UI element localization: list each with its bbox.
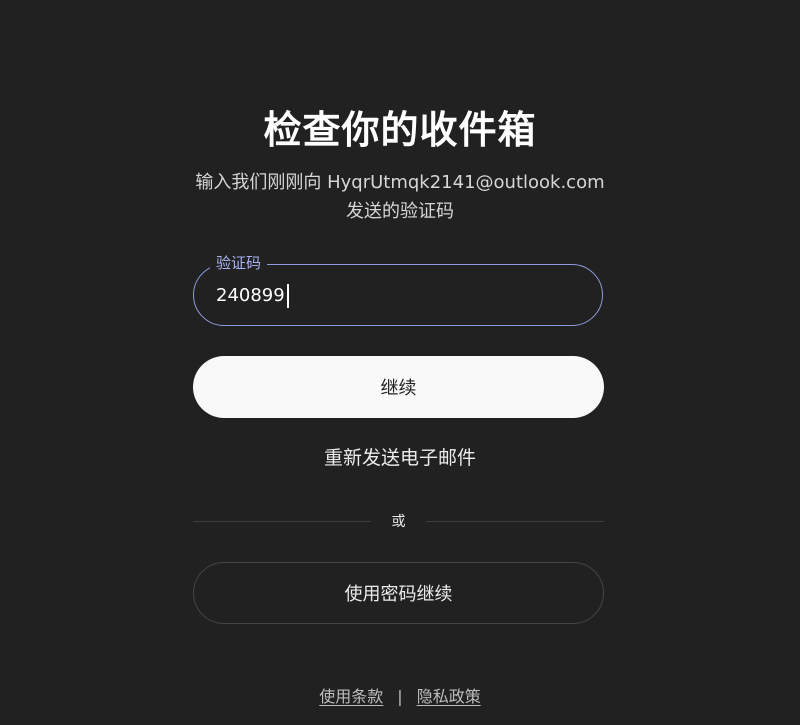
continue-button[interactable]: 继续 (193, 356, 604, 418)
divider-line-right (426, 521, 604, 522)
page-title: 检查你的收件箱 (263, 108, 537, 152)
verification-code-field[interactable]: 验证码 (193, 253, 603, 326)
or-divider: 或 (193, 511, 604, 533)
verification-code-input[interactable] (216, 265, 576, 325)
privacy-policy-link[interactable]: 隐私政策 (417, 687, 481, 706)
footer-separator: | (397, 687, 403, 706)
footer-links: 使用条款 | 隐私政策 (0, 685, 800, 709)
instructions-line-1: 输入我们刚刚向 HyqrUtmqk2141@outlook.com (195, 172, 605, 193)
text-cursor (287, 284, 289, 308)
terms-of-use-link[interactable]: 使用条款 (319, 687, 383, 706)
divider-text: 或 (391, 514, 406, 530)
continue-with-password-button[interactable]: 使用密码继续 (193, 562, 604, 624)
resend-email-link[interactable]: 重新发送电子邮件 (0, 444, 800, 472)
instructions-line-2: 发送的验证码 (346, 201, 454, 222)
instructions-text: 输入我们刚刚向 HyqrUtmqk2141@outlook.com 发送的验证码 (150, 168, 650, 226)
